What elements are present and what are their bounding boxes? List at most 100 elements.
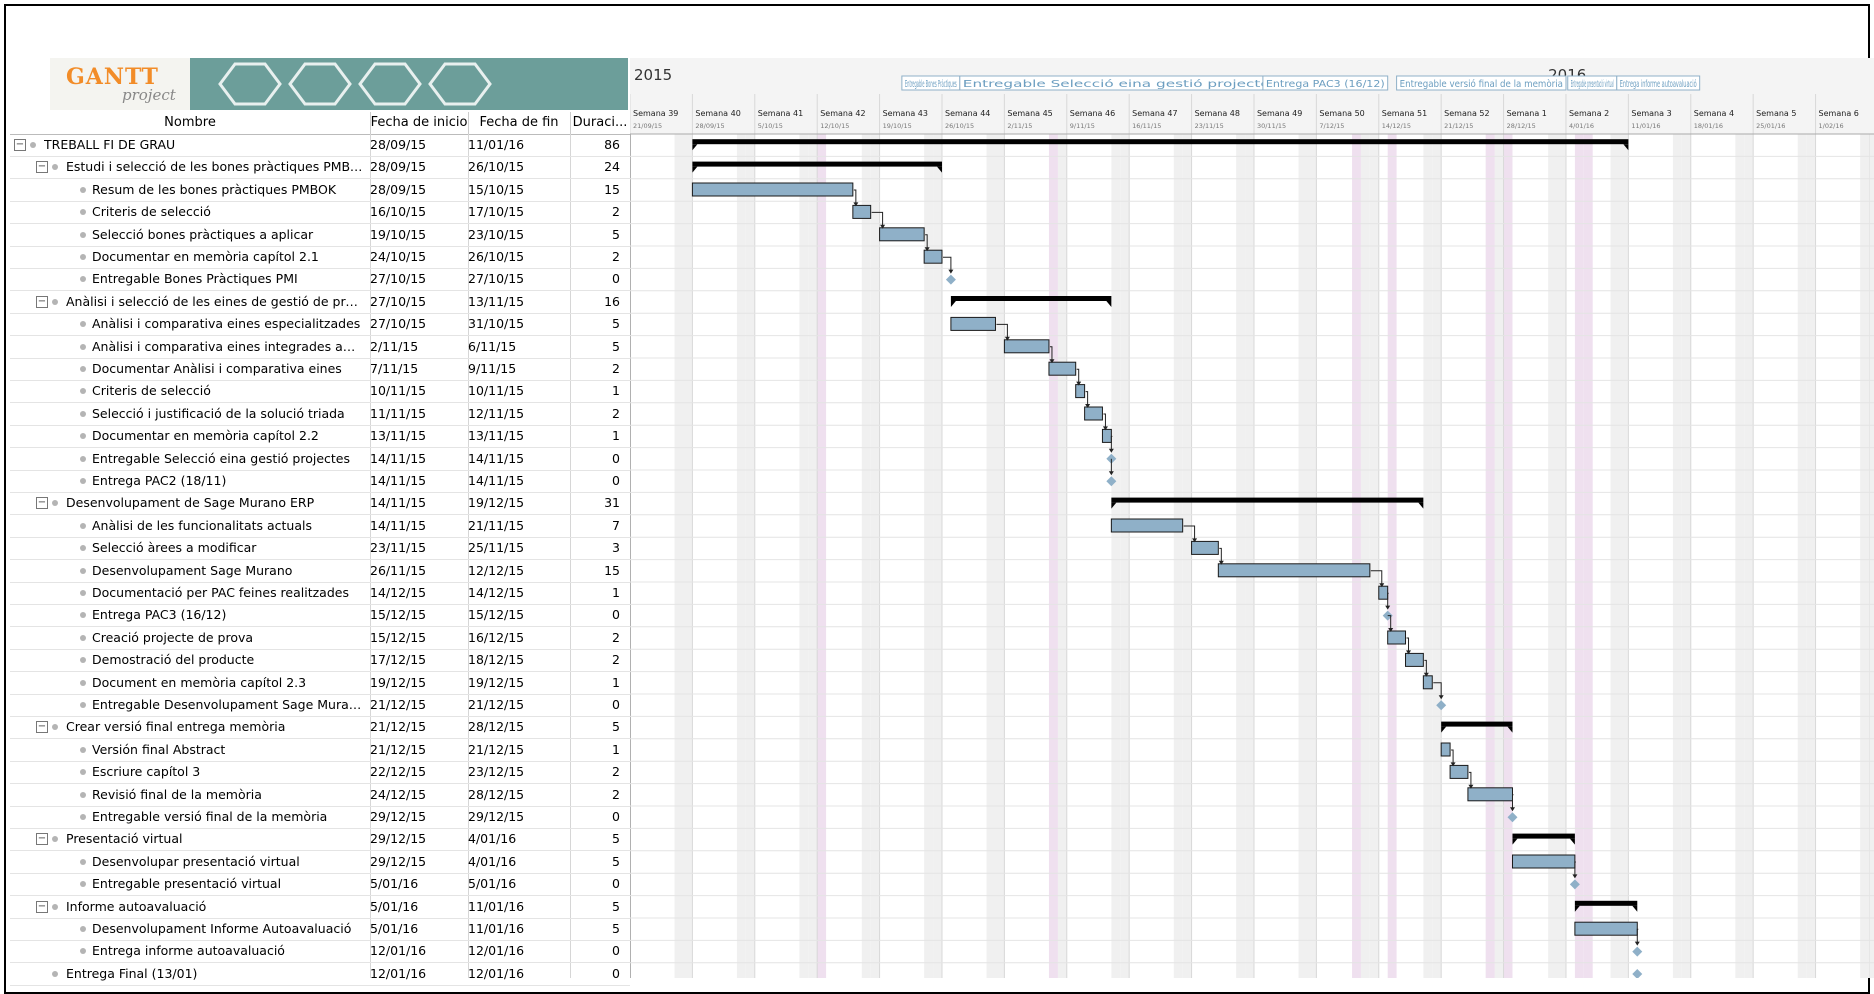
collapse-toggle-icon[interactable]: − xyxy=(36,833,48,846)
task-name[interactable]: Desenvolupar presentació virtual xyxy=(92,851,364,873)
task-end-date[interactable]: 4/01/16 xyxy=(468,851,516,873)
summary-bar[interactable] xyxy=(950,296,1112,301)
task-bar[interactable] xyxy=(1422,675,1433,690)
task-end-date[interactable]: 25/11/15 xyxy=(468,537,524,559)
task-bar[interactable] xyxy=(1387,630,1407,645)
task-duration[interactable]: 31 xyxy=(570,492,620,514)
task-duration[interactable]: 2 xyxy=(570,627,620,649)
task-start-date[interactable]: 11/11/15 xyxy=(370,403,426,425)
task-duration[interactable]: 1 xyxy=(570,425,620,447)
task-start-date[interactable]: 2/11/15 xyxy=(370,336,418,358)
task-name[interactable]: Criteris de selecció xyxy=(92,380,364,402)
task-start-date[interactable]: 15/12/15 xyxy=(370,627,426,649)
task-duration[interactable]: 16 xyxy=(570,291,620,313)
task-bar[interactable] xyxy=(950,316,996,331)
task-start-date[interactable]: 28/09/15 xyxy=(370,179,426,201)
table-row[interactable]: Entregable versió final de la memòria 29/… xyxy=(10,806,630,829)
task-end-date[interactable]: 5/01/16 xyxy=(468,873,516,895)
task-duration[interactable]: 86 xyxy=(570,134,620,156)
task-bar[interactable] xyxy=(923,249,943,264)
table-row[interactable]: Selecció i justificació de la solució tr… xyxy=(10,403,630,426)
task-bar[interactable] xyxy=(1110,518,1184,533)
task-name[interactable]: Desenvolupament de Sage Murano ERP xyxy=(66,492,364,514)
collapse-toggle-icon[interactable]: − xyxy=(36,900,48,913)
task-start-date[interactable]: 29/12/15 xyxy=(370,806,426,828)
task-end-date[interactable]: 12/01/16 xyxy=(468,940,524,962)
task-name[interactable]: Informe autoavaluació xyxy=(66,896,364,918)
task-start-date[interactable]: 27/10/15 xyxy=(370,313,426,335)
task-name[interactable]: Entregable versió final de la memòria xyxy=(92,806,364,828)
task-name[interactable]: Escriure capítol 3 xyxy=(92,761,364,783)
table-row[interactable]: − Anàlisi i selecció de les eines de gest… xyxy=(10,291,630,314)
task-end-date[interactable]: 23/12/15 xyxy=(468,761,524,783)
task-duration[interactable]: 5 xyxy=(570,224,620,246)
task-duration[interactable]: 5 xyxy=(570,918,620,940)
task-start-date[interactable]: 13/11/15 xyxy=(370,425,426,447)
task-name[interactable]: Creació projecte de prova xyxy=(92,627,364,649)
task-duration[interactable]: 15 xyxy=(570,560,620,582)
column-header-duration[interactable]: Duraci... xyxy=(570,112,631,134)
table-row[interactable]: Entregable Bones Pràctiques PMI 27/10/15 2… xyxy=(10,268,630,292)
task-name[interactable]: Entregable presentació virtual xyxy=(92,873,364,895)
task-end-date[interactable]: 21/12/15 xyxy=(468,694,524,716)
task-start-date[interactable]: 28/09/15 xyxy=(370,156,426,178)
task-start-date[interactable]: 16/10/15 xyxy=(370,201,426,223)
task-end-date[interactable]: 17/10/15 xyxy=(468,201,524,223)
task-end-date[interactable]: 12/12/15 xyxy=(468,560,524,582)
task-bar[interactable] xyxy=(1405,652,1424,667)
task-end-date[interactable]: 28/12/15 xyxy=(468,716,524,738)
task-start-date[interactable]: 27/10/15 xyxy=(370,268,426,290)
table-row[interactable]: Desenvolupament Sage Murano 26/11/15 12/12… xyxy=(10,560,630,583)
column-header-end[interactable]: Fecha de fin xyxy=(468,112,571,134)
task-start-date[interactable]: 19/12/15 xyxy=(370,672,426,694)
task-duration[interactable]: 24 xyxy=(570,156,620,178)
task-duration[interactable]: 0 xyxy=(570,694,620,716)
task-bar[interactable] xyxy=(691,182,854,197)
task-start-date[interactable]: 14/11/15 xyxy=(370,470,426,492)
task-name[interactable]: Anàlisi i selecció de les eines de gesti… xyxy=(66,291,364,313)
task-duration[interactable]: 2 xyxy=(570,201,620,223)
task-end-date[interactable]: 11/01/16 xyxy=(468,134,524,156)
task-bar[interactable] xyxy=(1003,339,1050,354)
table-row[interactable]: Anàlisi de les funcionalitats actuals 14/… xyxy=(10,515,630,538)
task-start-date[interactable]: 26/11/15 xyxy=(370,560,426,582)
task-duration[interactable]: 0 xyxy=(570,806,620,828)
task-duration[interactable]: 0 xyxy=(570,448,620,470)
task-end-date[interactable]: 13/11/15 xyxy=(468,291,524,313)
summary-bar[interactable] xyxy=(1574,900,1638,906)
task-name[interactable]: Document en memòria capítol 2.3 xyxy=(92,672,364,694)
table-row[interactable]: − Presentació virtual 29/12/15 4/01/16 5 xyxy=(10,828,630,852)
task-end-date[interactable]: 14/11/15 xyxy=(468,470,524,492)
task-bar[interactable] xyxy=(1217,563,1371,578)
task-duration[interactable]: 1 xyxy=(570,672,620,694)
task-duration[interactable]: 0 xyxy=(570,604,620,626)
task-start-date[interactable]: 17/12/15 xyxy=(370,649,426,671)
table-row[interactable]: Selecció bones pràctiques a aplicar 19/10… xyxy=(10,224,630,247)
task-name[interactable]: Crear versió final entrega memòria xyxy=(66,716,364,738)
task-duration[interactable]: 5 xyxy=(570,313,620,335)
task-start-date[interactable]: 24/10/15 xyxy=(370,246,426,268)
task-bar[interactable] xyxy=(1449,764,1469,779)
task-bar[interactable] xyxy=(1048,361,1077,376)
task-name[interactable]: Entrega informe autoavaluació xyxy=(92,940,364,962)
table-row[interactable]: Documentar en memòria capítol 2.2 13/11/1… xyxy=(10,425,630,449)
task-bar[interactable] xyxy=(1574,921,1638,936)
task-name[interactable]: Selecció bones pràctiques a aplicar xyxy=(92,224,364,246)
task-end-date[interactable]: 23/10/15 xyxy=(468,224,524,246)
table-row[interactable]: Anàlisi i comparativa eines integrades a… xyxy=(10,336,630,359)
task-duration[interactable]: 2 xyxy=(570,246,620,268)
task-end-date[interactable]: 10/11/15 xyxy=(468,380,524,402)
task-end-date[interactable]: 14/12/15 xyxy=(468,582,524,604)
table-row[interactable]: Documentar en memòria capítol 2.1 24/10/1… xyxy=(10,246,630,269)
collapse-toggle-icon[interactable]: − xyxy=(36,161,48,174)
task-end-date[interactable]: 26/10/15 xyxy=(468,156,524,178)
task-duration[interactable]: 5 xyxy=(570,896,620,918)
summary-bar[interactable] xyxy=(1512,833,1575,839)
task-end-date[interactable]: 11/01/16 xyxy=(468,896,524,918)
table-row[interactable]: − Desenvolupament de Sage Murano ERP 14/11… xyxy=(10,492,630,516)
task-bar[interactable] xyxy=(852,204,872,219)
task-name[interactable]: Selecció i justificació de la solució tr… xyxy=(92,403,364,425)
task-name[interactable]: Anàlisi i comparativa eines especialitza… xyxy=(92,313,364,335)
milestone-diamond[interactable] xyxy=(1632,969,1643,978)
task-start-date[interactable]: 5/01/16 xyxy=(370,918,418,940)
